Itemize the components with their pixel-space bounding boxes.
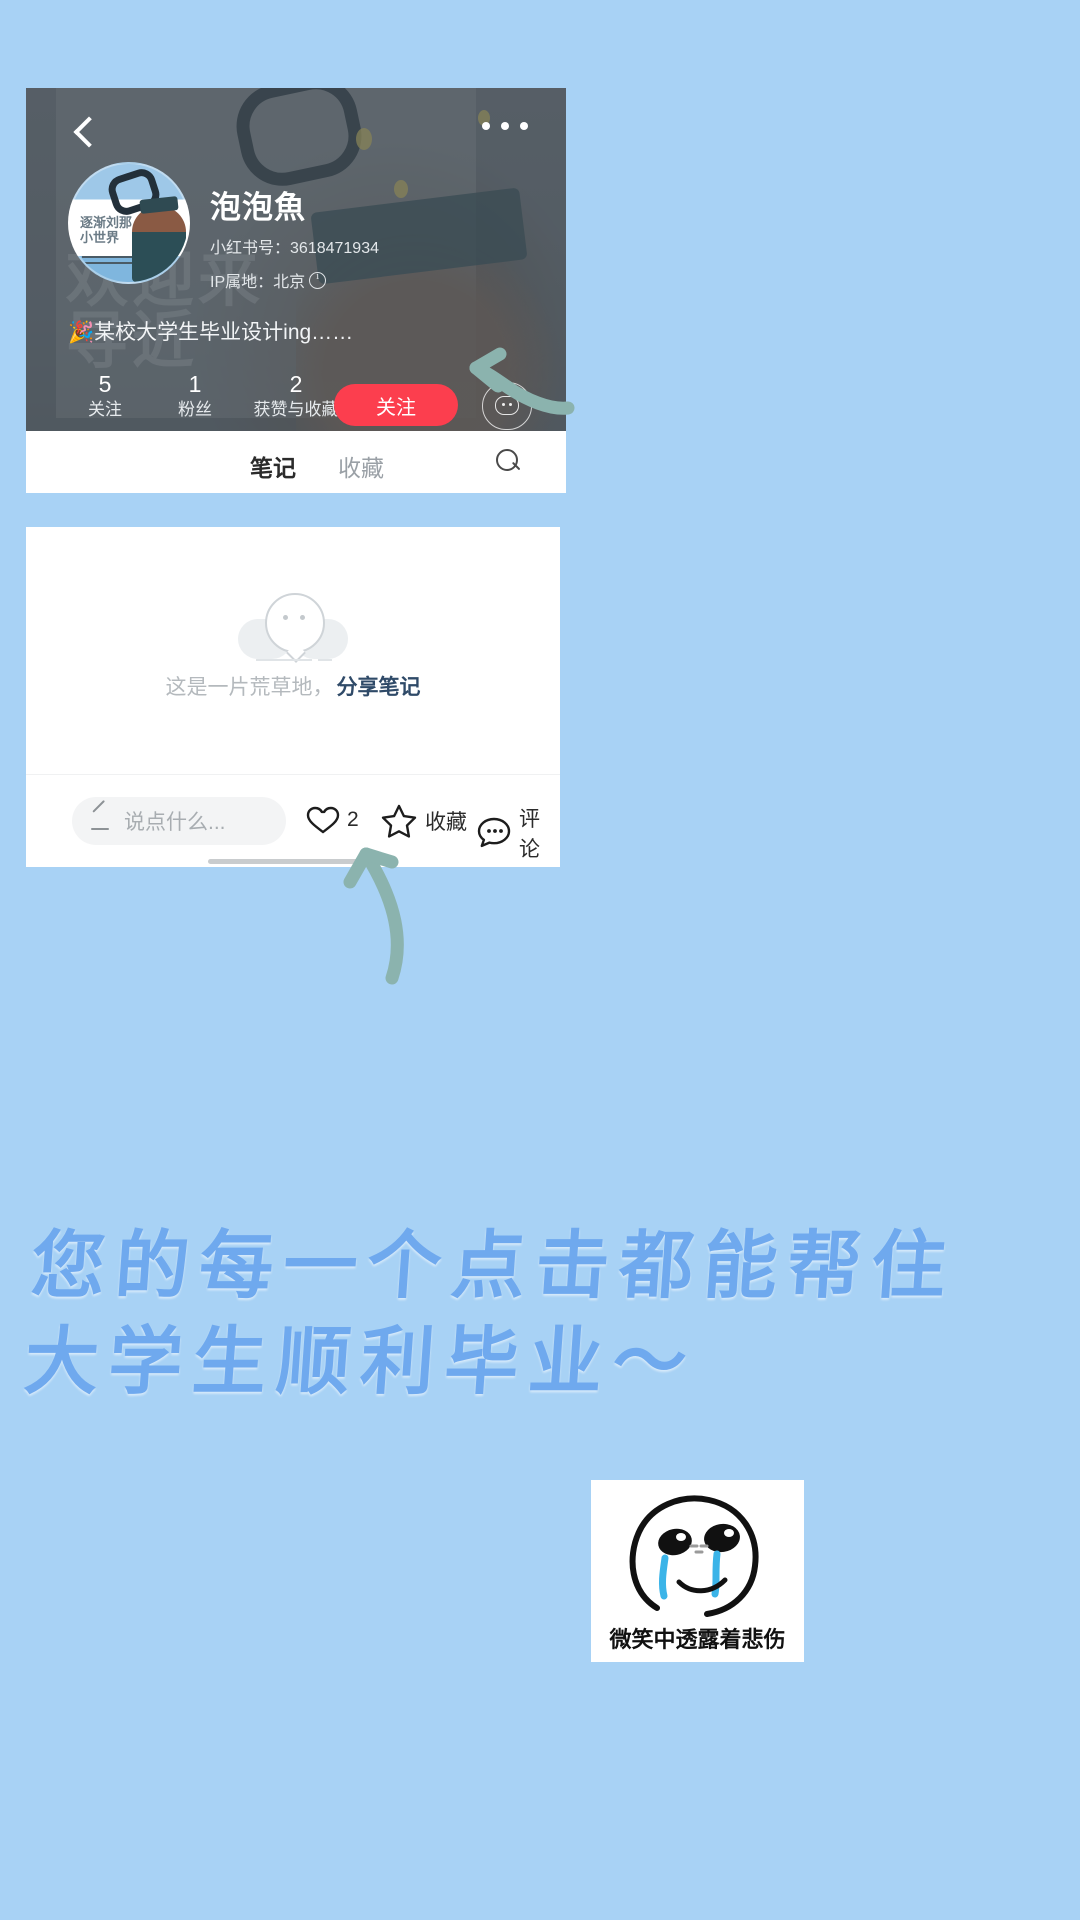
comment-input[interactable]: 说点什么... — [72, 797, 286, 845]
empty-bubble-icon — [238, 585, 348, 665]
stat-followers[interactable]: 1 粉丝 — [150, 370, 240, 422]
ip-label: IP属地： — [210, 274, 274, 291]
handwritten-caption: 您的每一个点击都能帮住 大学生顺利毕业～ — [21, 1218, 1058, 1410]
comment-button[interactable]: 评论 — [476, 803, 560, 863]
party-popper-icon: 🎉 — [68, 321, 95, 344]
empty-state-message: 这是一片荒草地， — [165, 676, 334, 699]
message-bubble-icon[interactable] — [482, 382, 532, 430]
user-bio-text: 某校大学生毕业设计ing…… — [94, 321, 354, 344]
pencil-underline — [91, 828, 109, 830]
tab-notes[interactable]: 笔记 — [250, 449, 296, 485]
like-button[interactable]: 2 — [306, 805, 359, 835]
meme-caption: 微笑中透露着悲伤 — [609, 1627, 786, 1652]
avatar[interactable]: 逐渐刘那 小世界 — [68, 162, 190, 284]
notes-screenshot-card: 这是一片荒草地， 分享笔记 说点什么... 2 收藏 评论 — [26, 527, 560, 867]
handwritten-line-2: 大学生顺利毕业～ — [21, 1319, 700, 1405]
meme-image: 微笑中透露着悲伤 — [591, 1480, 804, 1662]
search-icon[interactable] — [496, 449, 522, 475]
note-action-bar: 说点什么... 2 收藏 评论 — [26, 774, 560, 867]
favorite-label: 收藏 — [425, 811, 467, 834]
chat-icon — [476, 816, 512, 850]
avatar-figure — [132, 206, 186, 282]
message-dot — [509, 403, 512, 406]
star-icon — [380, 803, 418, 839]
comment-placeholder: 说点什么... — [124, 811, 226, 834]
info-icon[interactable] — [309, 270, 327, 289]
like-count: 2 — [347, 808, 359, 831]
search-circle — [496, 449, 518, 471]
ip-location: IP属地：北京 — [210, 268, 327, 292]
stat-followers-label: 粉丝 — [178, 400, 212, 419]
follow-button[interactable]: 关注 — [334, 384, 458, 426]
more-options-icon[interactable] — [482, 118, 528, 134]
user-id-label: 小红书号： — [210, 240, 291, 257]
profile-tab-bar: 笔记 收藏 — [26, 431, 566, 493]
profile-screenshot-card: 欢迎来导近 逐渐刘那小世界 泡泡魚 小红书号：3618471934 IP属地：北… — [26, 88, 566, 493]
stat-following[interactable]: 5 关注 — [60, 370, 150, 422]
home-indicator — [208, 859, 378, 864]
share-note-link[interactable]: 分享笔记 — [337, 676, 421, 699]
favorite-button[interactable]: 收藏 — [380, 803, 467, 839]
pencil-body — [92, 799, 106, 813]
empty-state-text: 这是一片荒草地， 分享笔记 — [26, 671, 560, 701]
crying-smiling-face — [591, 1480, 804, 1620]
message-dot — [502, 403, 505, 406]
tab-collections[interactable]: 收藏 — [338, 449, 384, 485]
comment-label: 评论 — [519, 808, 540, 861]
stat-followers-value: 1 — [188, 371, 202, 397]
empty-ground-line — [318, 659, 332, 661]
user-id: 小红书号：3618471934 — [210, 234, 379, 258]
empty-speech-bubble — [265, 593, 325, 653]
empty-ground-line — [256, 659, 312, 661]
username: 泡泡魚 — [210, 190, 306, 225]
more-dot — [482, 122, 490, 130]
stat-following-value: 5 — [98, 371, 112, 397]
empty-state: 这是一片荒草地， 分享笔记 — [26, 585, 560, 701]
user-bio: 🎉某校大学生毕业设计ing…… — [68, 316, 353, 346]
empty-eye — [283, 615, 288, 620]
back-chevron-icon[interactable] — [68, 116, 102, 150]
avatar-text: 逐渐刘那 小世界 — [80, 216, 133, 246]
handwritten-line-1: 您的每一个点击都能帮住 — [28, 1223, 959, 1309]
stat-following-label: 关注 — [88, 400, 122, 419]
empty-eye — [300, 615, 305, 620]
user-id-value: 3618471934 — [290, 240, 379, 257]
stat-likes-collects-value: 2 — [289, 371, 303, 397]
more-dot — [501, 122, 509, 130]
ip-value: 北京 — [273, 274, 306, 291]
more-dot — [520, 122, 528, 130]
profile-stats: 5 关注 1 粉丝 2 获赞与收藏 — [60, 370, 352, 422]
heart-icon — [306, 805, 340, 835]
pencil-icon — [90, 799, 114, 833]
